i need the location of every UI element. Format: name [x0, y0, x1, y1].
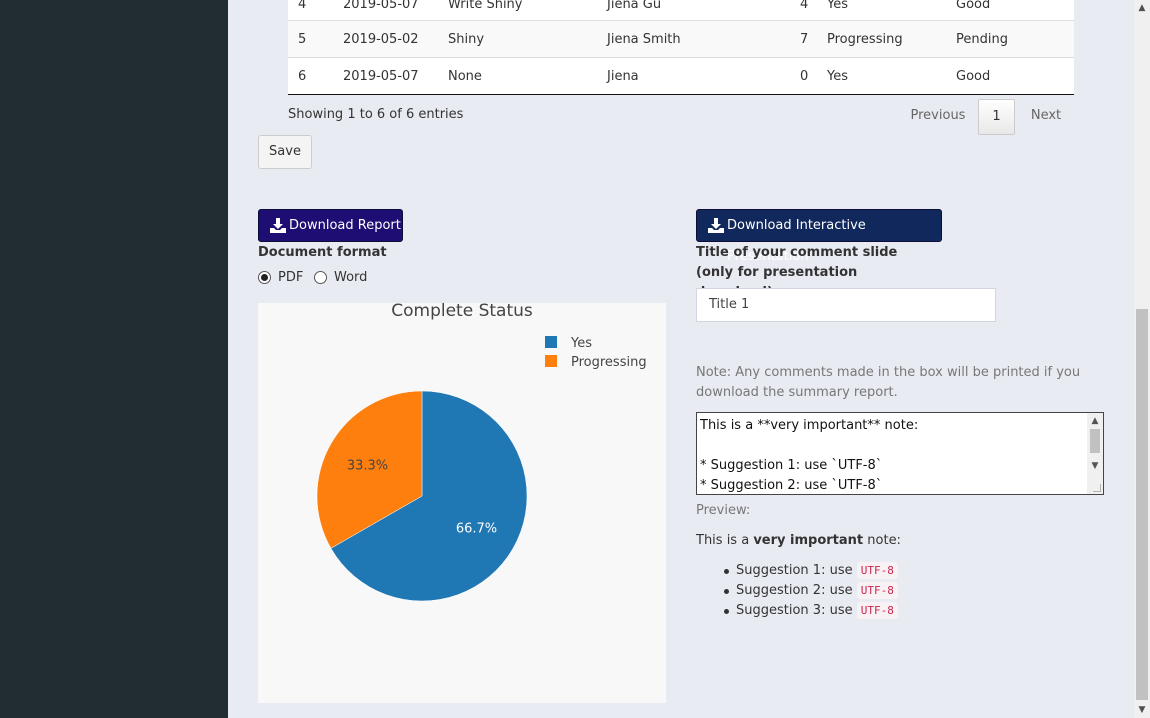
- download-presentation-button[interactable]: Download Interactive Presentation: [696, 209, 942, 264]
- sidebar: [0, 0, 228, 718]
- bullet-icon: [724, 609, 729, 614]
- data-table: 4 2019-05-07 Write Shiny Jiena Gu 4 Yes …: [288, 0, 1074, 95]
- page-scrollbar[interactable]: ▲ ▼: [1134, 0, 1150, 718]
- pdf-radio[interactable]: [258, 271, 271, 284]
- download-report-button[interactable]: Download Report: [258, 209, 403, 242]
- pie-slice-value-label: 33.3%: [347, 458, 388, 473]
- scroll-down-icon[interactable]: ▼: [1134, 702, 1150, 718]
- legend-swatch[interactable]: [545, 336, 557, 348]
- textarea-scroll-thumb[interactable]: [1090, 429, 1100, 453]
- previous-page-button[interactable]: Previous: [900, 99, 976, 135]
- table-row: 4 2019-05-07 Write Shiny Jiena Gu 4 Yes …: [288, 0, 1074, 20]
- comment-textarea[interactable]: This is a **very important** note: * Sug…: [696, 412, 1104, 495]
- suggestion-code: UTF-8: [856, 582, 898, 599]
- document-format-label: Document format: [258, 245, 387, 260]
- download-icon: [270, 218, 286, 233]
- suggestion-code: UTF-8: [856, 562, 898, 579]
- cell-task: Write Shiny: [448, 0, 523, 12]
- cell-task: None: [448, 69, 482, 84]
- page-1-button[interactable]: 1: [978, 99, 1015, 135]
- suggestion-text: Suggestion 1: use: [736, 563, 857, 578]
- comment-line: * Suggestion 2: use `UTF-8`: [700, 478, 883, 493]
- pdf-radio-label[interactable]: PDF: [278, 269, 303, 287]
- suggestion-text: Suggestion 3: use: [736, 603, 857, 618]
- cell-date: 2019-05-02: [343, 32, 419, 47]
- next-page-button[interactable]: Next: [1022, 99, 1070, 135]
- cell-result: Pending: [956, 32, 1008, 47]
- cell-count: 4: [800, 0, 809, 12]
- pie-slice-value-label: 66.7%: [456, 522, 497, 537]
- cell-result: Good: [956, 0, 991, 12]
- download-icon: [708, 218, 724, 233]
- cell-owner: Jiena: [607, 69, 639, 84]
- chart-legend: Yes Progressing: [545, 336, 647, 370]
- scroll-up-icon[interactable]: ▲: [1090, 416, 1100, 426]
- preview-intro: This is a very important note:: [696, 533, 901, 548]
- preview-intro-start: This is a: [696, 533, 754, 548]
- chart-title: Complete Status: [391, 303, 533, 321]
- note-text: Note: Any comments made in the box will …: [696, 365, 1081, 400]
- bullet-icon: [724, 569, 729, 574]
- cell-no: 4: [298, 0, 307, 12]
- save-button[interactable]: Save: [258, 135, 312, 169]
- cell-count: 0: [800, 69, 809, 84]
- cell-status: Yes: [827, 0, 848, 12]
- suggestion-code: UTF-8: [856, 602, 898, 619]
- cell-result: Good: [956, 69, 991, 84]
- cell-status: Yes: [827, 69, 848, 84]
- cell-count: 7: [800, 32, 809, 47]
- preview-label: Preview:: [696, 503, 751, 518]
- cell-owner: Jiena Smith: [607, 32, 681, 47]
- comment-line: * Suggestion 1: use `UTF-8`: [700, 458, 883, 473]
- cell-status: Progressing: [827, 32, 903, 47]
- word-radio[interactable]: [314, 271, 327, 284]
- bullet-icon: [724, 589, 729, 594]
- cell-task: Shiny: [448, 32, 485, 47]
- suggestion-text: Suggestion 2: use: [736, 583, 857, 598]
- preview-intro-bold: very important: [753, 533, 864, 548]
- complete-status-chart: Complete Status Yes Progressing 66.7% 33.3…: [258, 301, 666, 703]
- word-radio-label[interactable]: Word: [334, 269, 367, 287]
- cell-owner: Jiena Gu: [607, 0, 662, 12]
- pie-chart-svg: Complete Status Yes Progressing 66.7% 33.3…: [316, 301, 647, 602]
- download-report-label: Download Report: [289, 218, 401, 233]
- cell-date: 2019-05-07: [343, 69, 419, 84]
- legend-swatch[interactable]: [545, 355, 557, 367]
- comment-line: This is a **very important** note:: [700, 418, 919, 433]
- table-row: 6 2019-05-07 None Jiena 0 Yes Good: [288, 57, 1074, 94]
- table-row: 5 2019-05-02 Shiny Jiena Smith 7 Progres…: [288, 20, 1074, 57]
- scroll-down-icon[interactable]: ▼: [1090, 461, 1100, 471]
- cell-no: 5: [298, 32, 307, 47]
- resize-grip-icon[interactable]: [1093, 484, 1101, 492]
- preview-intro-end: note:: [863, 533, 901, 548]
- page-scroll-thumb[interactable]: [1136, 309, 1148, 700]
- pie-slices: 66.7% 33.3%: [316, 390, 528, 602]
- textarea-scrollbar[interactable]: ▲ ▼: [1087, 413, 1103, 494]
- cell-date: 2019-05-07: [343, 0, 419, 12]
- slide-title-input[interactable]: Title 1: [696, 288, 996, 322]
- legend-label[interactable]: Progressing: [571, 355, 647, 370]
- scroll-up-icon[interactable]: ▲: [1134, 0, 1150, 16]
- cell-no: 6: [298, 69, 307, 84]
- legend-label[interactable]: Yes: [570, 336, 592, 351]
- main-content: 4 2019-05-07 Write Shiny Jiena Gu 4 Yes …: [228, 0, 1134, 718]
- table-info: Showing 1 to 6 of 6 entries: [288, 107, 464, 122]
